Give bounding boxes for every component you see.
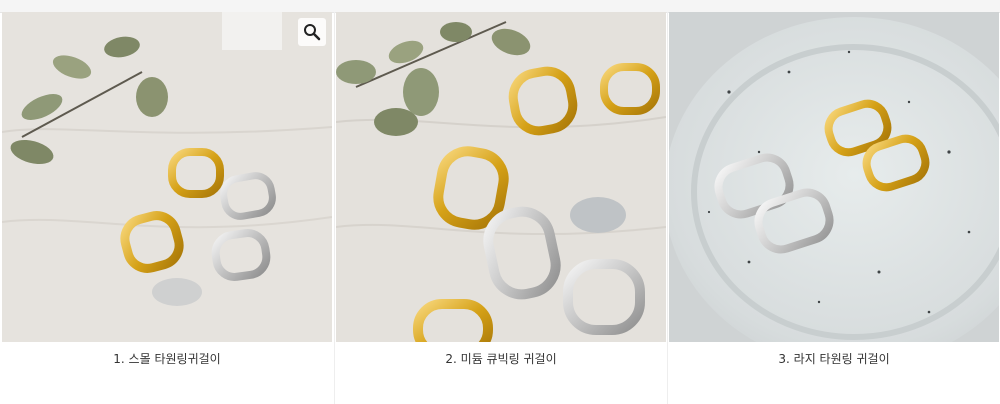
photo-canvas-1 bbox=[2, 12, 332, 342]
zoom-button[interactable] bbox=[298, 18, 326, 46]
gallery-item-1[interactable]: 1. 스몰 타원링귀걸이 bbox=[2, 12, 332, 404]
product-photo-small-oval-earrings[interactable] bbox=[2, 12, 332, 342]
zoom-icon bbox=[304, 24, 321, 41]
product-caption[interactable]: 1. 스몰 타원링귀걸이 bbox=[2, 350, 332, 367]
column-divider bbox=[334, 12, 335, 404]
product-caption[interactable]: 3. 라지 타원링 귀걸이 bbox=[669, 350, 999, 367]
gallery-item-3[interactable]: 3. 라지 타원링 귀걸이 bbox=[669, 12, 999, 404]
column-divider bbox=[667, 12, 668, 404]
photo-canvas-3 bbox=[669, 12, 999, 342]
product-photo-large-oval-earrings[interactable] bbox=[669, 12, 999, 342]
product-gallery: 1. 스몰 타원링귀걸이 2. 미듐 큐빅링 귀걸이 3. 라지 타원링 귀걸이 bbox=[0, 12, 1000, 404]
product-photo-medium-cubic-earrings[interactable] bbox=[336, 12, 666, 342]
gallery-item-2[interactable]: 2. 미듐 큐빅링 귀걸이 bbox=[336, 12, 666, 404]
photo-canvas-2 bbox=[336, 12, 666, 342]
product-caption[interactable]: 2. 미듐 큐빅링 귀걸이 bbox=[336, 350, 666, 367]
